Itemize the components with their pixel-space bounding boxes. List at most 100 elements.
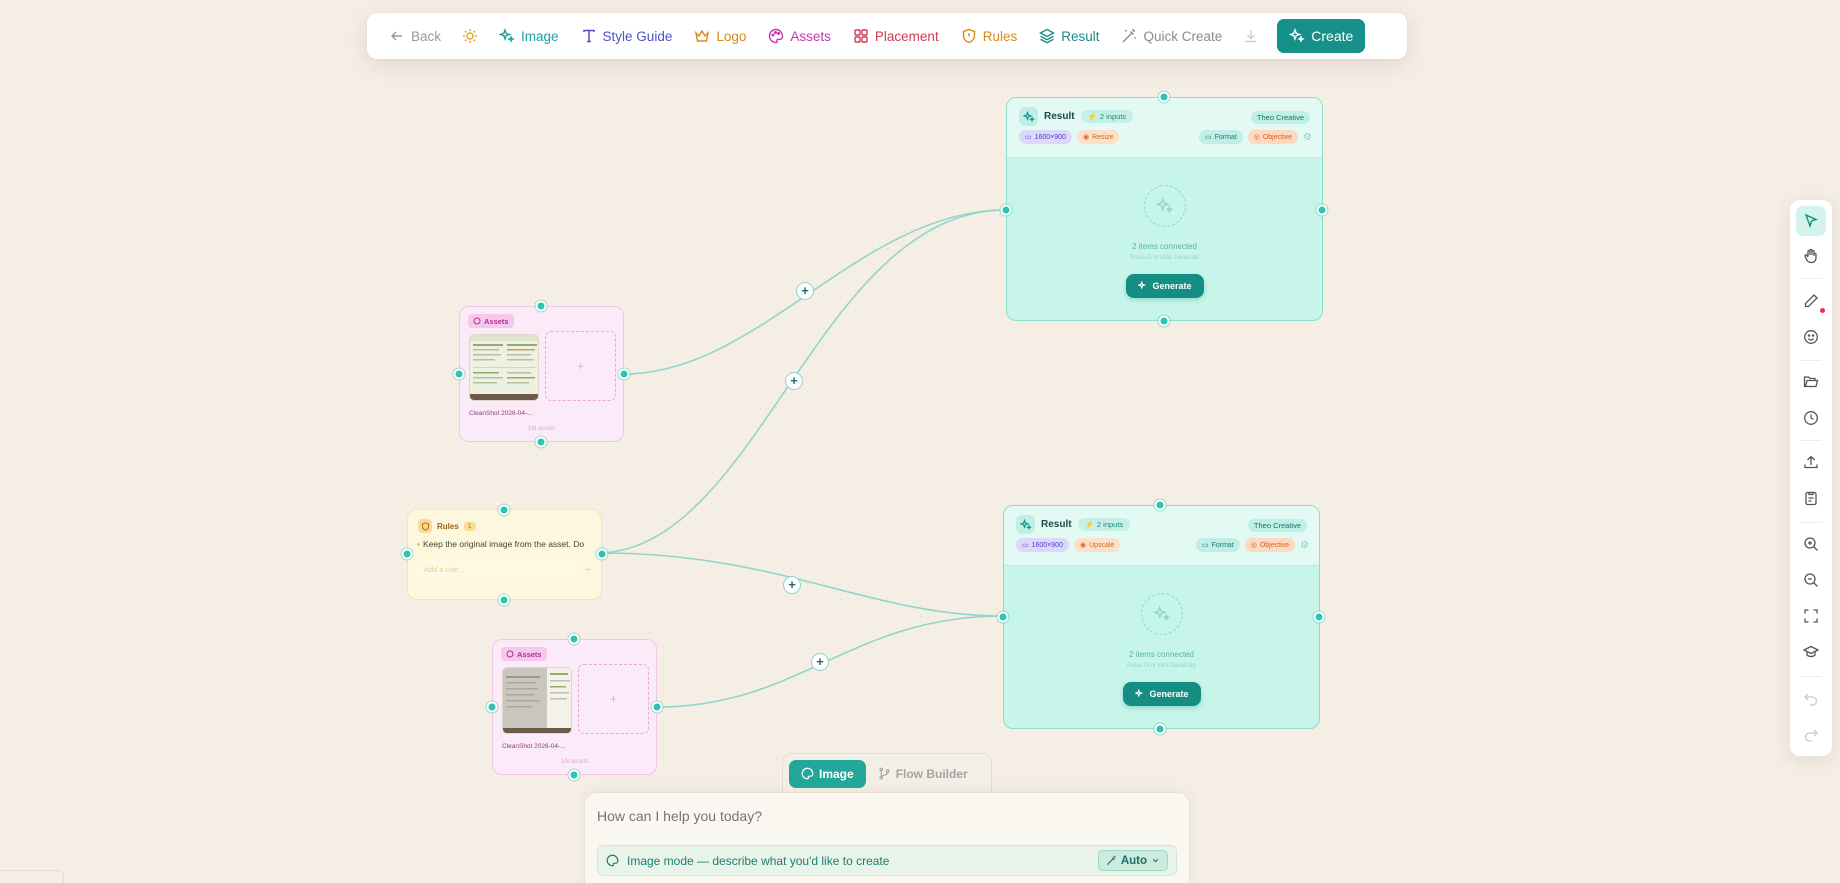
emoji-tool-button[interactable] [1796,322,1826,352]
open-folder-button[interactable] [1796,367,1826,397]
connection-port[interactable] [1154,499,1166,511]
rail-divider [1800,676,1822,677]
undo-icon [1804,693,1818,706]
result-title: Result [1044,111,1075,122]
format-chip[interactable]: ▭ Format [1198,130,1243,144]
generate-button[interactable]: Generate [1125,274,1204,298]
connection-port[interactable] [498,594,510,606]
insert-node-button[interactable]: + [811,653,829,671]
auto-dropdown[interactable]: Auto [1097,850,1168,871]
add-asset-slot[interactable]: + [545,331,616,401]
add-asset-slot[interactable]: + [578,664,649,734]
creative-badge[interactable]: Theo Creative [1250,111,1310,124]
connection-port[interactable] [1154,723,1166,735]
result-node[interactable]: Result ⚡ 2 inputs Theo Creative ▭ 1600×900… [1003,505,1320,729]
toolbar-style-guide-button[interactable]: Style Guide [570,20,684,52]
layers-icon [1039,28,1056,44]
connection-port[interactable] [1158,91,1170,103]
clipboard-button[interactable] [1796,483,1826,513]
connection-port[interactable] [568,633,580,645]
generate-button[interactable]: Generate [1122,682,1201,706]
connection-port[interactable] [1000,204,1012,216]
theme-toggle-button[interactable] [452,20,488,52]
chevron-down-icon [1152,858,1159,863]
back-label: Back [411,28,442,44]
back-button[interactable]: Back [387,20,452,52]
tab-flow-label: Flow Builder [895,766,968,781]
tab-flow-builder[interactable]: Flow Builder [876,760,980,788]
draw-tool-button[interactable] [1796,286,1826,316]
connection-port[interactable] [596,548,608,560]
size-chip[interactable]: ▭ 1600×900 [1019,130,1072,144]
prompt-input[interactable] [597,808,1157,824]
connection-port[interactable] [1316,204,1328,216]
palette-icon [473,317,481,325]
toolbar-image-button[interactable]: Image [488,20,570,52]
download-button[interactable] [1233,20,1269,52]
creative-badge[interactable]: Theo Creative [1247,519,1307,532]
create-button[interactable]: Create [1277,19,1366,53]
format-label: Format [1214,133,1237,141]
zoom-out-button[interactable] [1796,565,1826,595]
mode-text: Image mode — describe what you'd like to… [627,853,890,868]
fit-view-button[interactable] [1796,601,1826,631]
insert-node-button[interactable]: + [783,576,801,594]
connection-port[interactable] [535,436,547,448]
toolbar-rules-button[interactable]: Rules [950,20,1029,52]
format-chip[interactable]: ▭ Format [1195,538,1240,552]
zoom-in-button[interactable] [1796,529,1826,559]
assets-node[interactable]: Assets + CleanShot 2026-04-... 1/8 asset… [492,639,657,775]
connection-port[interactable] [568,769,580,781]
rules-node[interactable]: Rules 1 • Keep the original image from th… [407,509,602,600]
toolbar-placement-button[interactable]: Placement [842,20,950,52]
objective-chip[interactable]: ◎ Objective [1244,538,1296,552]
insert-node-button[interactable]: + [796,282,814,300]
assets-node[interactable]: Assets + CleanShot 2026-04-... 1/8 asset… [459,306,624,442]
connection-port[interactable] [498,504,510,516]
arrow-left-icon [391,31,402,41]
toolbar-quick-create-button[interactable]: Quick Create [1110,20,1233,52]
target-icon: ◎ [1253,134,1260,141]
minimap-toggle[interactable] [0,870,64,883]
edge-rules-result2 [601,552,1004,617]
tab-image-mode[interactable]: Image [789,759,866,788]
connection-port[interactable] [1158,315,1170,327]
redo-button[interactable] [1796,719,1826,749]
generate-hint: Press G or click Generate [1130,255,1199,261]
tutorial-button[interactable] [1796,637,1826,667]
select-tool-button[interactable] [1796,206,1826,236]
result-node[interactable]: Result ⚡ 2 inputs Theo Creative ▭ 1600×900… [1006,97,1323,321]
connection-port[interactable] [997,611,1009,623]
connection-port[interactable] [401,548,413,560]
add-rule-send-icon[interactable]: ➜ [584,565,591,574]
connection-port[interactable] [453,368,465,380]
gear-icon[interactable]: ⚙ [1303,132,1312,143]
connection-port[interactable] [486,701,498,713]
rule-item[interactable]: • Keep the original image from the asset.… [417,539,599,549]
mode-label: Resize [1092,133,1114,141]
toolbar-assets-button[interactable]: Assets [757,20,842,52]
toolbar-logo-button[interactable]: Logo [683,20,757,52]
asset-thumbnail[interactable] [469,334,539,401]
history-button[interactable] [1796,403,1826,433]
wand-icon [1106,855,1116,866]
connection-port[interactable] [651,701,663,713]
undo-button[interactable] [1796,683,1826,713]
insert-node-button[interactable]: + [785,372,803,390]
connection-port[interactable] [618,368,630,380]
asset-thumbnail[interactable] [502,667,572,734]
add-rule-input[interactable]: Add a rule... [417,560,578,579]
toolbar-logo-label: Logo [716,28,747,44]
monitor-icon: ▭ [1025,134,1032,141]
size-chip[interactable]: ▭ 1600×900 [1016,538,1069,552]
mode-chip[interactable]: ◉ Upscale [1073,538,1121,552]
toolbar-result-button[interactable]: Result [1028,20,1110,52]
pan-tool-button[interactable] [1796,241,1826,271]
objective-chip[interactable]: ◎ Objective [1247,130,1299,144]
connection-port[interactable] [1313,611,1325,623]
upload-button[interactable] [1796,447,1826,477]
mode-chip[interactable]: ◉ Resize [1076,130,1120,144]
bolt-icon: ⚡ [1084,520,1094,529]
connection-port[interactable] [535,300,547,312]
gear-icon[interactable]: ⚙ [1300,540,1309,551]
